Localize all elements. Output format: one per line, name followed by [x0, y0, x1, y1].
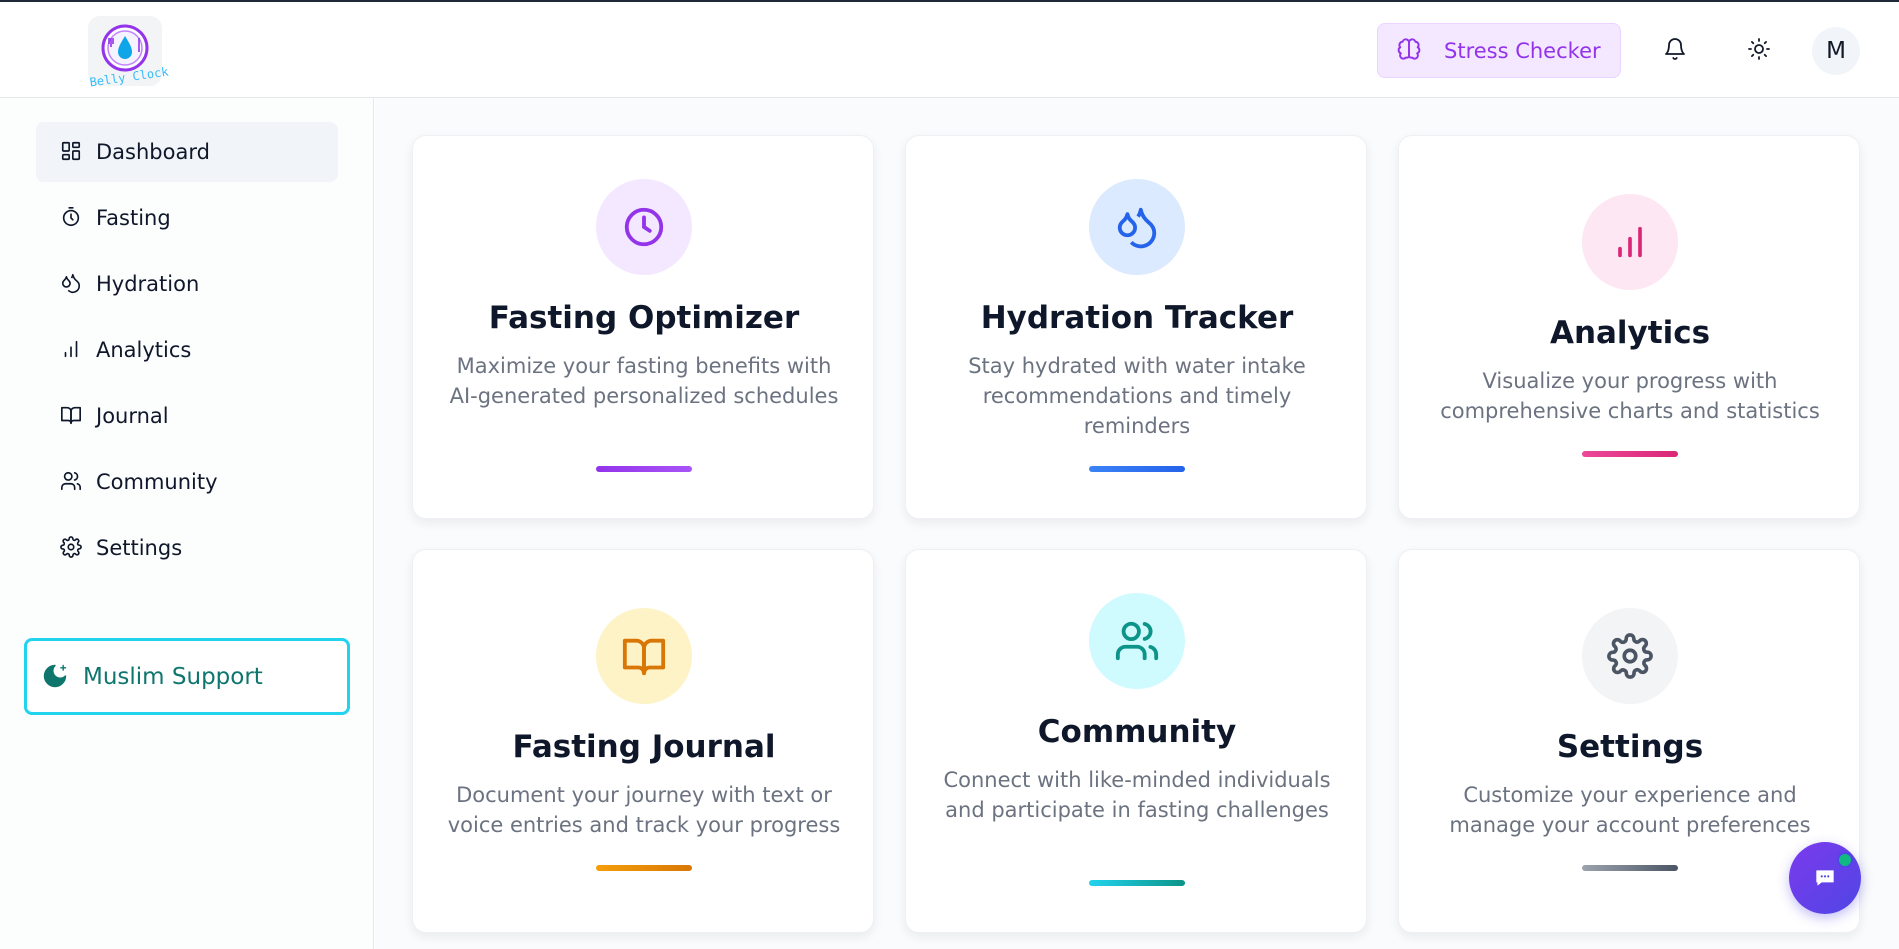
sidebar: Dashboard Fasting Hydration Analytics Jo…	[0, 98, 374, 949]
card-description: Customize your experience and manage you…	[1449, 783, 1811, 837]
sun-icon	[1748, 38, 1770, 60]
muslim-support-button[interactable]: Muslim Support	[24, 638, 350, 715]
card-title: Analytics	[1549, 315, 1711, 351]
brain-icon	[1396, 37, 1424, 65]
theme-toggle-button[interactable]	[1739, 29, 1779, 69]
dashboard-icon	[60, 140, 84, 164]
logo-clock-icon	[101, 24, 149, 72]
card-accent-bar	[1582, 865, 1678, 871]
card-fasting-journal[interactable]: Fasting Journal Document your journey wi…	[412, 549, 874, 933]
sidebar-item-settings[interactable]: Settings	[36, 518, 338, 578]
app-logo[interactable]: Belly Clock	[88, 16, 169, 89]
dashboard-main: Fasting Optimizer Maximize your fasting …	[375, 98, 1899, 949]
card-accent-bar	[1089, 880, 1185, 886]
card-title: Community	[1037, 714, 1237, 750]
droplets-icon	[60, 272, 84, 296]
gear-icon	[1582, 608, 1678, 704]
bar-chart-icon	[60, 338, 84, 362]
online-indicator	[1837, 852, 1853, 868]
users-icon	[60, 470, 84, 494]
users-icon	[1089, 593, 1185, 689]
sidebar-item-label: Hydration	[96, 272, 200, 296]
sidebar-item-journal[interactable]: Journal	[36, 386, 338, 446]
card-community[interactable]: Community Connect with like-minded indiv…	[905, 549, 1367, 933]
sidebar-item-analytics[interactable]: Analytics	[36, 320, 338, 380]
sidebar-item-dashboard[interactable]: Dashboard	[36, 122, 338, 182]
sidebar-item-community[interactable]: Community	[36, 452, 338, 512]
muslim-support-label: Muslim Support	[83, 663, 263, 690]
card-fasting-optimizer[interactable]: Fasting Optimizer Maximize your fasting …	[412, 135, 874, 519]
bell-icon	[1665, 38, 1685, 60]
sidebar-item-label: Dashboard	[96, 140, 210, 164]
stress-checker-label: Stress Checker	[1444, 38, 1601, 63]
gear-icon	[60, 536, 84, 560]
card-description: Visualize your progress with comprehensi…	[1440, 369, 1820, 423]
card-accent-bar	[1582, 451, 1678, 457]
card-description: Connect with like-minded individuals and…	[943, 768, 1331, 822]
card-accent-bar	[1089, 466, 1185, 472]
droplets-icon	[1089, 179, 1185, 275]
moon-star-icon	[41, 662, 71, 692]
clock-icon	[596, 179, 692, 275]
chat-bubble-icon	[1816, 870, 1834, 886]
timer-icon	[60, 206, 84, 230]
bar-chart-icon	[1582, 194, 1678, 290]
sidebar-item-label: Journal	[96, 404, 169, 428]
sidebar-item-label: Fasting	[96, 206, 171, 230]
book-icon	[60, 404, 84, 428]
sidebar-item-label: Community	[96, 470, 218, 494]
sidebar-item-label: Settings	[96, 536, 183, 560]
card-description: Maximize your fasting benefits with AI-g…	[449, 354, 839, 408]
card-hydration-tracker[interactable]: Hydration Tracker Stay hydrated with wat…	[905, 135, 1367, 519]
card-accent-bar	[596, 865, 692, 871]
card-analytics[interactable]: Analytics Visualize your progress with c…	[1398, 135, 1860, 519]
sidebar-item-hydration[interactable]: Hydration	[36, 254, 338, 314]
stress-checker-button[interactable]: Stress Checker	[1377, 23, 1621, 78]
user-avatar[interactable]: M	[1812, 27, 1860, 75]
chat-button[interactable]	[1789, 842, 1861, 914]
card-title: Fasting Journal	[512, 729, 776, 765]
sidebar-item-label: Analytics	[96, 338, 192, 362]
card-title: Fasting Optimizer	[488, 300, 800, 336]
card-description: Stay hydrated with water intake recommen…	[968, 354, 1306, 438]
app-header: Belly Clock Stress Checker M	[0, 2, 1899, 98]
card-description: Document your journey with text or voice…	[447, 783, 841, 837]
card-title: Settings	[1556, 729, 1704, 765]
card-title: Hydration Tracker	[980, 300, 1294, 336]
book-icon	[596, 608, 692, 704]
sidebar-item-fasting[interactable]: Fasting	[36, 188, 338, 248]
card-accent-bar	[596, 466, 692, 472]
notifications-button[interactable]	[1655, 29, 1695, 69]
